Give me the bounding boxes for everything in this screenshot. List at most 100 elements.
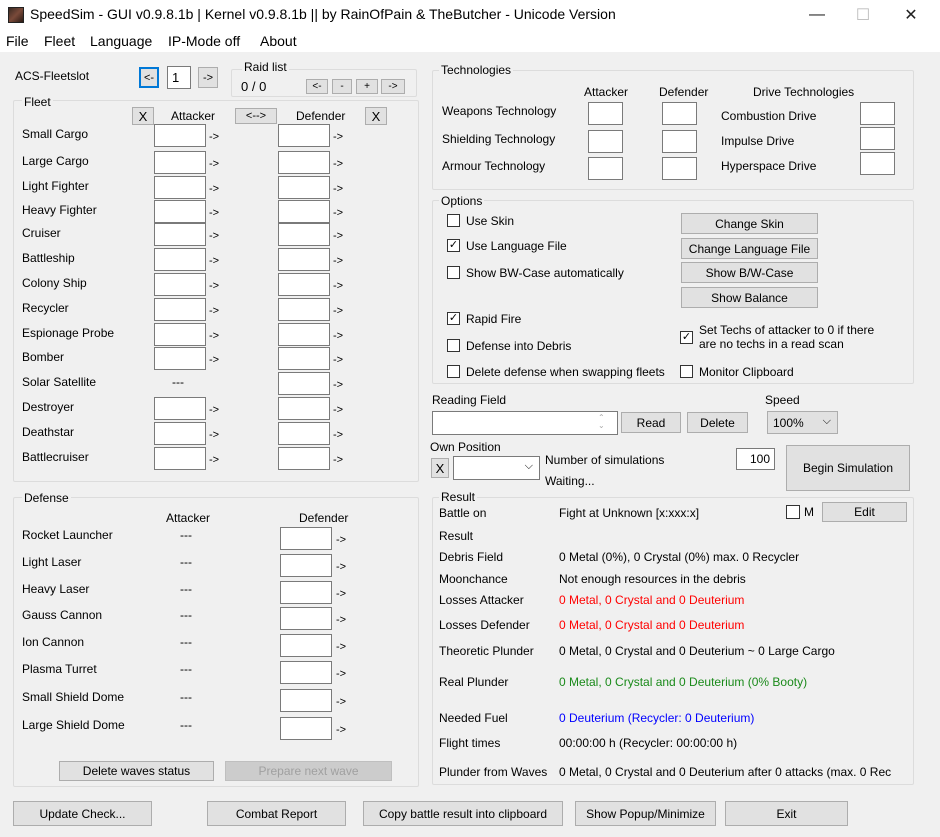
defender-ship-arrow-button[interactable]: ->: [333, 330, 343, 342]
defender-ship-input[interactable]: [278, 323, 330, 346]
defender-ship-input[interactable]: [278, 372, 330, 395]
close-button[interactable]: ✕: [888, 0, 934, 30]
defender-defense-input[interactable]: [280, 717, 332, 740]
own-position-select[interactable]: ⌵: [453, 456, 540, 480]
defender-defense-input[interactable]: [280, 689, 332, 712]
defender-defense-arrow-button[interactable]: ->: [336, 668, 346, 680]
show-bw-case-button[interactable]: Show B/W-Case: [681, 262, 818, 283]
speed-select[interactable]: 100% ⌵: [767, 411, 838, 434]
show-popup-button[interactable]: Show Popup/Minimize: [575, 801, 716, 826]
attacker-ship-input[interactable]: [154, 223, 206, 246]
monitor-clipboard-checkbox[interactable]: [680, 365, 693, 378]
defender-ship-arrow-button[interactable]: ->: [333, 404, 343, 416]
defender-ship-input[interactable]: [278, 273, 330, 296]
defender-ship-arrow-button[interactable]: ->: [333, 158, 343, 170]
acs-next-button[interactable]: ->: [198, 67, 218, 88]
defender-ship-arrow-button[interactable]: ->: [333, 230, 343, 242]
defender-ship-input[interactable]: [278, 347, 330, 370]
reading-field-scroll-icon[interactable]: ⌃ ⌄: [598, 414, 605, 430]
defender-defense-input[interactable]: [280, 607, 332, 630]
defender-ship-arrow-button[interactable]: ->: [333, 131, 343, 143]
attacker-tech-input[interactable]: [588, 157, 623, 180]
show-bw-auto-checkbox[interactable]: [447, 266, 460, 279]
attacker-ship-input[interactable]: [154, 151, 206, 174]
defender-ship-arrow-button[interactable]: ->: [333, 183, 343, 195]
attacker-ship-arrow-button[interactable]: ->: [209, 454, 219, 466]
defender-ship-arrow-button[interactable]: ->: [333, 454, 343, 466]
defender-ship-input[interactable]: [278, 447, 330, 470]
attacker-ship-input[interactable]: [154, 248, 206, 271]
defender-ship-arrow-button[interactable]: ->: [333, 305, 343, 317]
num-simulations-input[interactable]: 100: [736, 448, 775, 470]
clear-own-position-button[interactable]: X: [431, 458, 449, 478]
defender-defense-input[interactable]: [280, 581, 332, 604]
defender-ship-input[interactable]: [278, 200, 330, 223]
acs-slot-input[interactable]: 1: [167, 66, 191, 89]
show-balance-button[interactable]: Show Balance: [681, 287, 818, 308]
defender-ship-arrow-button[interactable]: ->: [333, 379, 343, 391]
menu-ip-mode[interactable]: IP-Mode off: [168, 33, 240, 49]
defender-ship-arrow-button[interactable]: ->: [333, 429, 343, 441]
attacker-ship-input[interactable]: [154, 176, 206, 199]
attacker-ship-input[interactable]: [154, 347, 206, 370]
delete-reading-button[interactable]: Delete: [687, 412, 748, 433]
menu-language[interactable]: Language: [90, 33, 152, 49]
use-language-file-checkbox[interactable]: ✓: [447, 239, 460, 252]
attacker-tech-input[interactable]: [588, 130, 623, 153]
change-skin-button[interactable]: Change Skin: [681, 213, 818, 234]
menu-fleet[interactable]: Fleet: [44, 33, 75, 49]
defender-ship-arrow-button[interactable]: ->: [333, 354, 343, 366]
menu-about[interactable]: About: [260, 33, 297, 49]
defender-defense-arrow-button[interactable]: ->: [336, 561, 346, 573]
defender-tech-input[interactable]: [662, 157, 697, 180]
raid-prev-button[interactable]: <-: [306, 79, 328, 94]
delete-defense-swap-checkbox[interactable]: [447, 365, 460, 378]
prepare-next-wave-button[interactable]: Prepare next wave: [225, 761, 392, 781]
attacker-ship-arrow-button[interactable]: ->: [209, 429, 219, 441]
attacker-ship-input[interactable]: [154, 397, 206, 420]
begin-simulation-button[interactable]: Begin Simulation: [786, 445, 910, 491]
attacker-ship-input[interactable]: [154, 200, 206, 223]
attacker-ship-arrow-button[interactable]: ->: [209, 158, 219, 170]
attacker-ship-arrow-button[interactable]: ->: [209, 230, 219, 242]
use-skin-checkbox[interactable]: [447, 214, 460, 227]
defender-ship-arrow-button[interactable]: ->: [333, 280, 343, 292]
defender-defense-input[interactable]: [280, 527, 332, 550]
maximize-button[interactable]: ☐: [840, 0, 886, 30]
change-language-file-button[interactable]: Change Language File: [681, 238, 818, 259]
copy-result-button[interactable]: Copy battle result into clipboard: [363, 801, 563, 826]
attacker-ship-input[interactable]: [154, 298, 206, 321]
clear-defender-fleet-button[interactable]: X: [365, 107, 387, 125]
raid-next-button[interactable]: ->: [381, 79, 405, 94]
defender-defense-input[interactable]: [280, 634, 332, 657]
defender-defense-input[interactable]: [280, 554, 332, 577]
reading-field-input[interactable]: [432, 411, 618, 435]
set-techs-zero-checkbox[interactable]: ✓: [680, 331, 693, 344]
rapid-fire-checkbox[interactable]: ✓: [447, 312, 460, 325]
exit-button[interactable]: Exit: [725, 801, 848, 826]
clear-attacker-fleet-button[interactable]: X: [132, 107, 154, 125]
defender-defense-arrow-button[interactable]: ->: [336, 724, 346, 736]
defender-tech-input[interactable]: [662, 102, 697, 125]
attacker-ship-arrow-button[interactable]: ->: [209, 305, 219, 317]
attacker-ship-arrow-button[interactable]: ->: [209, 207, 219, 219]
attacker-ship-input[interactable]: [154, 422, 206, 445]
raid-add-button[interactable]: +: [356, 79, 378, 94]
defender-defense-arrow-button[interactable]: ->: [336, 614, 346, 626]
defender-ship-input[interactable]: [278, 151, 330, 174]
attacker-ship-arrow-button[interactable]: ->: [209, 131, 219, 143]
drive-tech-input[interactable]: [860, 152, 895, 175]
minimize-button[interactable]: —: [794, 0, 840, 30]
drive-tech-input[interactable]: [860, 127, 895, 150]
defender-ship-input[interactable]: [278, 248, 330, 271]
defender-ship-arrow-button[interactable]: ->: [333, 207, 343, 219]
attacker-ship-input[interactable]: [154, 273, 206, 296]
defender-defense-arrow-button[interactable]: ->: [336, 588, 346, 600]
defender-defense-arrow-button[interactable]: ->: [336, 641, 346, 653]
defender-ship-input[interactable]: [278, 124, 330, 147]
combat-report-button[interactable]: Combat Report: [207, 801, 346, 826]
defender-ship-input[interactable]: [278, 397, 330, 420]
menu-file[interactable]: File: [6, 33, 29, 49]
defender-ship-input[interactable]: [278, 223, 330, 246]
attacker-ship-arrow-button[interactable]: ->: [209, 280, 219, 292]
